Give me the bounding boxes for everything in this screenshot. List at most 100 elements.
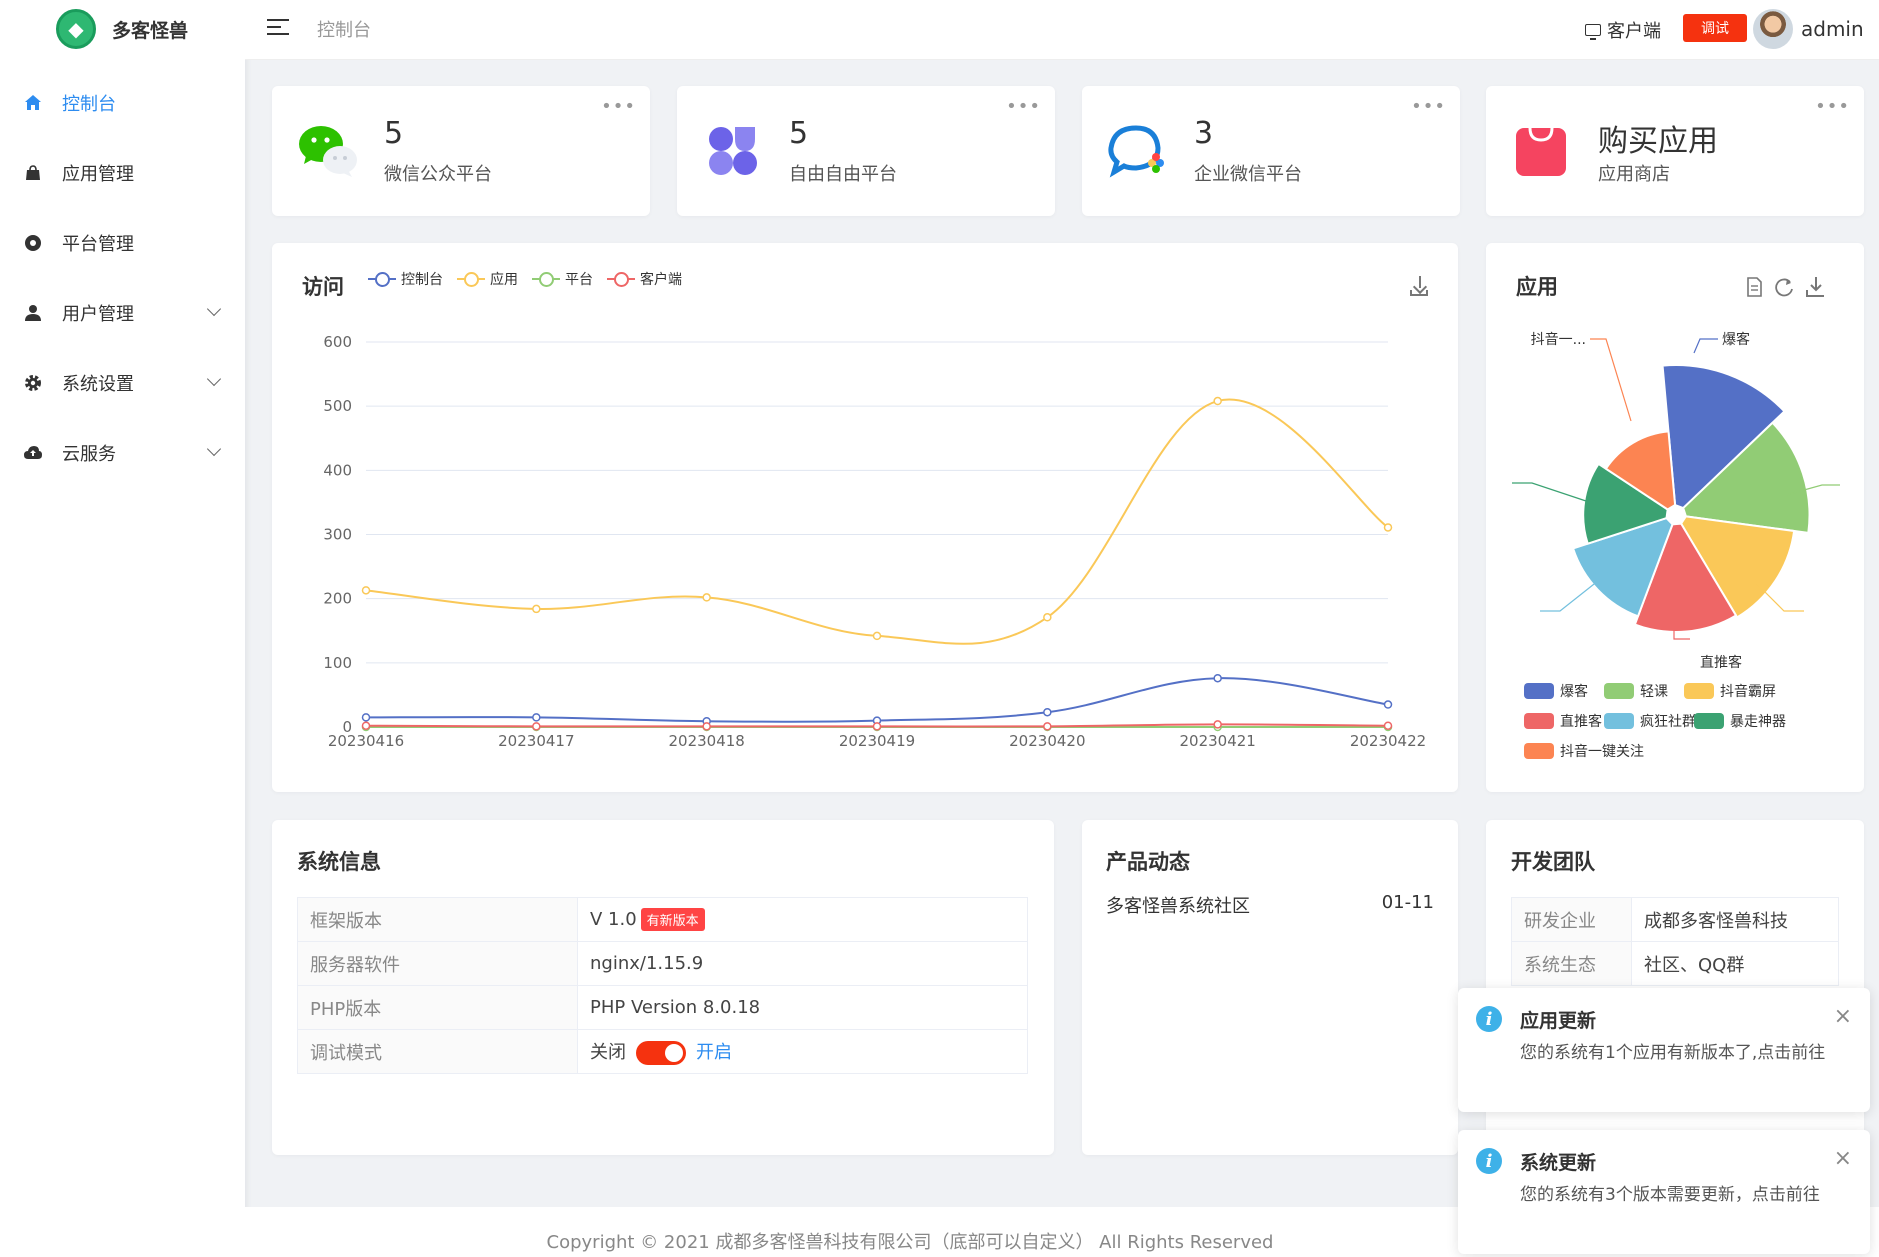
more-icon[interactable]: •••: [1815, 96, 1850, 117]
data-point: [1043, 722, 1052, 731]
debug-on-label: 开启: [696, 1042, 732, 1063]
team-key: 研发企业: [1511, 897, 1632, 942]
series-line: [365, 398, 1389, 645]
home-icon: [22, 92, 44, 114]
legend-marker: [1694, 713, 1724, 729]
table-row: 研发企业 成都多客怪兽科技: [1511, 897, 1839, 942]
x-tick-label: 20230416: [328, 732, 404, 750]
news-item-link[interactable]: 多客怪兽系统社区: [1106, 892, 1250, 918]
data-point: [872, 722, 882, 731]
app-name: 多客怪兽: [112, 19, 189, 42]
avatar[interactable]: [1753, 9, 1793, 49]
x-tick-label: 20230417: [498, 732, 574, 750]
more-icon[interactable]: •••: [1411, 96, 1446, 117]
close-icon[interactable]: ×: [1834, 1004, 1852, 1029]
chevron-down-icon: [206, 371, 222, 387]
y-tick-label: 600: [323, 333, 352, 351]
visit-line-chart: 010020030040050060020230416 20230417 20230…: [323, 333, 1426, 750]
visit-chart-card: 访问 控制台 应用 平台 客户端 0 100 200 300 400 500 600 2023…: [272, 243, 1458, 792]
data-point: [532, 713, 541, 722]
data-point: [532, 722, 541, 731]
user-name[interactable]: admin: [1801, 17, 1864, 41]
app-chart-card: 应用 爆客 抖音一... 直推客 爆客 轻课 抖音霸屏 直推客 疯狂社群 暴走神器 抖音一键关注: [1486, 243, 1864, 792]
sidebar-item-dashboard[interactable]: 控制台: [0, 68, 245, 138]
legend-label: 抖音一键关注: [1560, 743, 1644, 760]
stat-card-wechat[interactable]: ••• 5 微信公众平台: [272, 86, 650, 216]
logo[interactable]: ◆ 多客怪兽: [0, 0, 245, 58]
chevron-down-icon: [206, 441, 222, 457]
data-point: [1213, 673, 1222, 683]
app-rose-chart: 爆客抖音一...直推客爆客 轻课 抖音霸屏直推客 疯狂社群 暴走神器抖音一键关注: [1512, 331, 1840, 760]
x-tick-label: 20230421: [1179, 732, 1255, 750]
y-tick-label: 100: [323, 654, 352, 672]
legend-marker: [1604, 713, 1634, 729]
chevron-down-icon: [206, 301, 222, 317]
sidebar-item-system-settings[interactable]: 系统设置: [0, 348, 245, 418]
monitor-icon: [1585, 24, 1601, 40]
debug-badge[interactable]: 调试: [1683, 14, 1747, 42]
sidebar-item-cloud-service[interactable]: 云服务: [0, 418, 245, 488]
stat-card-free-platform[interactable]: ••• 5 自由自由平台: [677, 86, 1055, 216]
close-icon[interactable]: ×: [1834, 1146, 1852, 1171]
dev-team-table: 研发企业 成都多客怪兽科技 系统生态 社区、QQ群: [1511, 897, 1839, 986]
legend-marker: [1524, 713, 1554, 729]
label-line: [1693, 338, 1718, 354]
shopping-bag-icon: [1516, 127, 1566, 176]
x-tick-label: 20230419: [839, 732, 915, 750]
data-point: [702, 593, 711, 602]
legend-label: 暴走神器: [1730, 714, 1786, 730]
notification-text: 您的系统有1个应用有新版本了,点击前往: [1520, 1043, 1826, 1063]
info-key: 服务器软件: [297, 941, 578, 986]
label-line: [1590, 338, 1632, 422]
data-point: [1383, 721, 1393, 730]
legend-label: 疯狂社群: [1640, 714, 1696, 730]
sidebar-item-label: 控制台: [62, 94, 116, 115]
slice-label: 抖音一...: [1531, 331, 1586, 348]
debug-mode-toggle[interactable]: [636, 1041, 686, 1065]
stat-card-app-store[interactable]: ••• 购买应用 应用商店: [1486, 86, 1864, 216]
x-tick-label: 20230420: [1009, 732, 1085, 750]
stat-card-wecom[interactable]: ••• 3 企业微信平台: [1082, 86, 1460, 216]
product-news-card: 产品动态 多客怪兽系统社区 01-11: [1082, 820, 1458, 1155]
info-icon: i: [1476, 1006, 1502, 1032]
info-key: 调试模式: [297, 1029, 578, 1074]
sidebar-item-platform-management[interactable]: 平台管理: [0, 208, 245, 278]
sidebar-item-user-management[interactable]: 用户管理: [0, 278, 245, 348]
stat-label: 自由自由平台: [789, 164, 897, 185]
news-item-date: 01-11: [1381, 892, 1434, 913]
table-row: 框架版本 V 1.0 有新版本: [297, 897, 1028, 942]
app-update-notification[interactable]: i 应用更新 您的系统有1个应用有新版本了,点击前往 ×: [1458, 988, 1870, 1112]
more-icon[interactable]: •••: [601, 96, 636, 117]
wechat-icon: [299, 126, 357, 177]
slice-label: 爆客: [1722, 331, 1750, 348]
team-value: 成都多客怪兽科技: [1631, 897, 1839, 942]
legend-label: 抖音霸屏: [1720, 683, 1776, 700]
menu-toggle-icon[interactable]: [267, 19, 289, 39]
data-point: [1383, 700, 1393, 709]
slice-label: 直推客: [1700, 654, 1742, 671]
legend-label: 直推客: [1560, 713, 1602, 730]
stat-label: 应用商店: [1598, 164, 1670, 185]
data-point: [532, 604, 541, 614]
sidebar-item-label: 云服务: [62, 444, 116, 465]
data-point: [361, 586, 371, 595]
client-label: 客户端: [1607, 21, 1661, 42]
info-key: 框架版本: [297, 897, 578, 942]
client-link[interactable]: 客户端: [1585, 17, 1661, 43]
series-line: [365, 677, 1389, 723]
system-update-notification[interactable]: i 系统更新 您的系统有3个版本需要更新，点击前往 ×: [1458, 1130, 1870, 1254]
data-point: [702, 722, 711, 731]
legend-marker: [1604, 683, 1634, 699]
new-version-badge[interactable]: 有新版本: [640, 908, 705, 931]
more-icon[interactable]: •••: [1006, 96, 1041, 117]
apps-grid-icon: [709, 127, 757, 175]
sidebar-item-app-management[interactable]: 应用管理: [0, 138, 245, 208]
legend-marker: [1684, 683, 1714, 699]
stat-value: 5: [384, 116, 404, 151]
gear-icon: [22, 372, 44, 394]
breadcrumb[interactable]: 控制台: [317, 16, 371, 42]
data-point: [1383, 523, 1393, 532]
stat-label: 企业微信平台: [1194, 164, 1302, 185]
top-header: 控制台 客户端 调试 admin: [245, 0, 1879, 60]
data-point: [361, 721, 371, 730]
